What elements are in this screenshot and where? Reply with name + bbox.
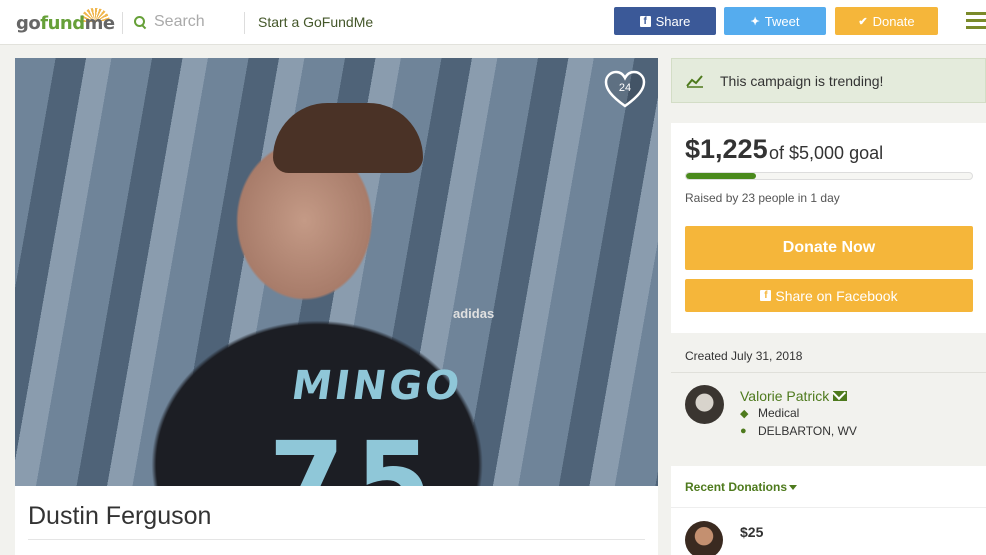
map-marker-icon: ● xyxy=(740,425,747,437)
donate-button[interactable]: ✔ Donate xyxy=(835,7,938,35)
heart-count: 24 xyxy=(618,82,632,94)
hamburger-menu-icon[interactable] xyxy=(966,12,986,29)
divider xyxy=(122,12,123,34)
search-icon xyxy=(134,16,146,28)
donation-amount: $25 xyxy=(740,524,764,540)
start-gofundme-link[interactable]: Start a GoFundMe xyxy=(258,14,373,30)
twitter-icon: ✦ xyxy=(750,15,760,28)
progress-bar xyxy=(685,172,973,180)
campaign-photo: adidas MINGO 75 24 xyxy=(15,58,658,486)
location: ● DELBARTON, WV xyxy=(740,424,857,438)
top-nav: gofundme Start a GoFundMe f Share ✦ Twee… xyxy=(0,0,986,45)
donor-avatar xyxy=(685,521,723,555)
progress-fill xyxy=(686,173,757,179)
trending-text: This campaign is trending! xyxy=(720,72,884,89)
created-date: Created July 31, 2018 xyxy=(685,349,803,363)
trending-chart-icon xyxy=(686,74,703,88)
category: ◆ Medical xyxy=(740,406,800,420)
organizer-avatar[interactable] xyxy=(685,385,724,424)
donation-item: $25 xyxy=(671,508,986,555)
trending-banner: This campaign is trending! xyxy=(671,58,986,103)
donation-card: $1,225 of $5,000 goal Raised by 23 peopl… xyxy=(671,123,986,333)
photo-jersey-number: 75 xyxy=(268,418,442,486)
recent-donations-label[interactable]: Recent Donations xyxy=(685,480,787,494)
divider xyxy=(244,12,245,34)
raised-by-text: Raised by 23 people in 1 day xyxy=(685,191,840,205)
amount-raised: $1,225 xyxy=(685,134,768,164)
envelope-icon[interactable] xyxy=(833,391,848,401)
heart-button[interactable]: 24 xyxy=(603,70,647,110)
share-on-facebook-button[interactable]: f Share on Facebook xyxy=(685,279,973,312)
facebook-icon: f xyxy=(639,15,651,27)
campaign-title: Dustin Ferguson xyxy=(28,502,212,530)
campaign-title-box: Dustin Ferguson xyxy=(15,486,658,555)
photo-brand-text: adidas xyxy=(453,306,495,321)
search-input[interactable] xyxy=(154,13,234,31)
divider xyxy=(28,539,645,540)
gofundme-logo[interactable]: gofundme xyxy=(16,6,115,38)
photo-jersey-text: MINGO xyxy=(288,363,466,409)
tag-icon: ◆ xyxy=(740,407,749,420)
share-button[interactable]: f Share xyxy=(614,7,716,35)
caret-down-icon[interactable] xyxy=(789,485,797,490)
tweet-button[interactable]: ✦ Tweet xyxy=(724,7,826,35)
goal-text: of $5,000 goal xyxy=(769,143,884,163)
divider xyxy=(671,372,986,373)
facebook-icon: f xyxy=(760,290,772,301)
recent-donations-header[interactable]: Recent Donations xyxy=(671,466,986,508)
check-icon: ✔ xyxy=(858,15,868,28)
search-box[interactable] xyxy=(134,11,234,33)
organizer-name-link[interactable]: Valorie Patrick xyxy=(740,388,848,404)
donate-now-button[interactable]: Donate Now xyxy=(685,226,973,270)
